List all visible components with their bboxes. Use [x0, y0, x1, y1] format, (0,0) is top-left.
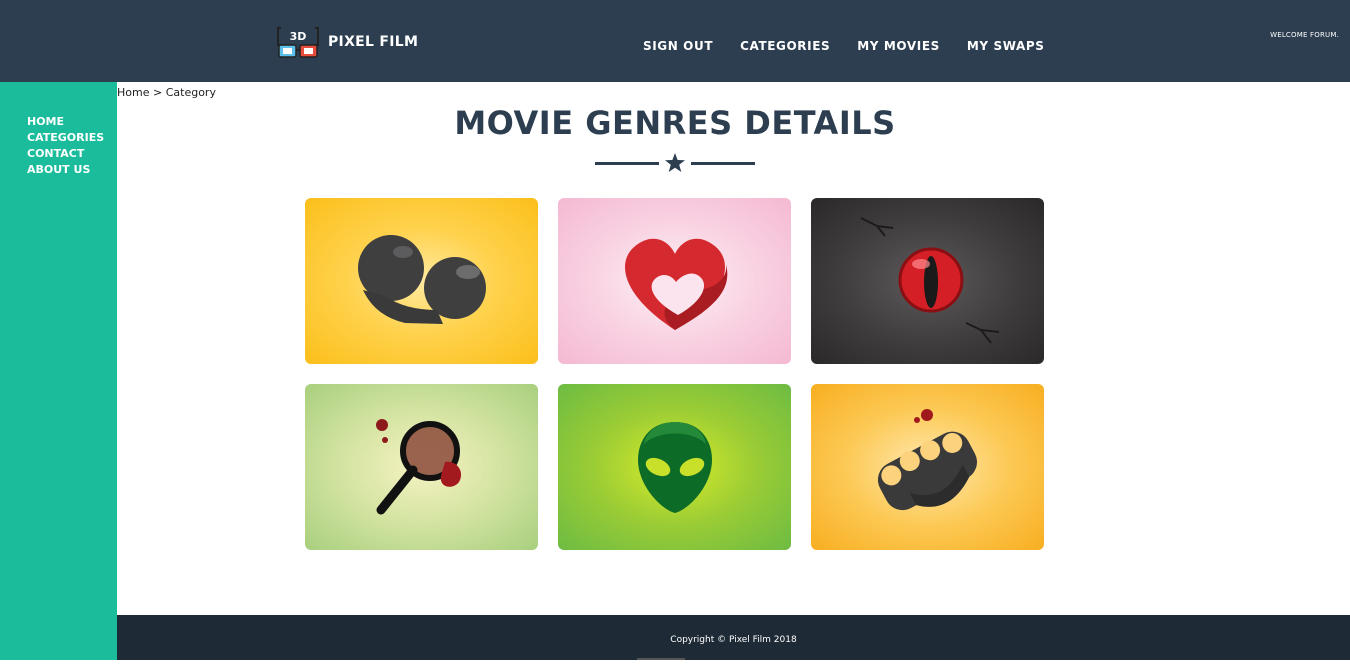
alien-head-icon: [638, 422, 712, 513]
magnifying-glass-icon: [376, 419, 462, 515]
brass-knuckles-icon: [877, 409, 978, 511]
logo[interactable]: 3D PIXEL FILM: [277, 25, 418, 59]
welcome-message: WELCOME FORUM.: [1270, 31, 1339, 39]
breadcrumb-home[interactable]: Home: [117, 86, 149, 99]
mouse-ears-icon: [358, 235, 486, 324]
svg-text:3D: 3D: [290, 30, 307, 43]
cat-eye-icon: [860, 217, 1000, 344]
sidebar-item-home[interactable]: HOME: [27, 115, 64, 128]
sidebar-item-categories[interactable]: CATEGORIES: [27, 131, 104, 144]
3d-glasses-icon: 3D: [277, 27, 319, 58]
breadcrumb: Home > Category: [117, 86, 216, 99]
top-header: 3D PIXEL FILM SIGN OUT CATEGORIES MY MOV…: [0, 0, 1350, 82]
sidebar: HOME CATEGORIES CONTACT ABOUT US: [0, 82, 117, 660]
footer: Copyright © Pixel Film 2018: [117, 615, 1350, 660]
nav-categories[interactable]: CATEGORIES: [740, 39, 830, 53]
genre-card-mystery[interactable]: [305, 384, 538, 550]
sidebar-menu: HOME CATEGORIES CONTACT ABOUT US: [0, 82, 117, 177]
genre-grid: [305, 198, 1045, 550]
brand-name: PIXEL FILM: [328, 34, 419, 50]
nav-my-movies[interactable]: MY MOVIES: [857, 39, 940, 53]
sidebar-item-contact[interactable]: CONTACT: [27, 147, 84, 160]
copyright-text: Copyright © Pixel Film 2018: [670, 635, 797, 645]
genre-card-animation[interactable]: [305, 198, 538, 364]
top-nav: SIGN OUT CATEGORIES MY MOVIES MY SWAPS: [643, 39, 1072, 53]
genre-card-action[interactable]: [811, 384, 1044, 550]
breadcrumb-separator: >: [149, 86, 166, 99]
genre-card-romance[interactable]: [558, 198, 791, 364]
nav-sign-out[interactable]: SIGN OUT: [643, 39, 713, 53]
heart-icon: [625, 238, 728, 330]
genre-card-sci-fi[interactable]: [558, 384, 791, 550]
sidebar-item-about-us[interactable]: ABOUT US: [27, 163, 90, 176]
genre-card-horror[interactable]: [811, 198, 1044, 364]
title-divider: [595, 153, 755, 172]
nav-my-swaps[interactable]: MY SWAPS: [967, 39, 1045, 53]
breadcrumb-current: Category: [165, 86, 216, 99]
star-icon: [665, 153, 685, 172]
page-title: MOVIE GENRES DETAILS: [454, 104, 896, 142]
